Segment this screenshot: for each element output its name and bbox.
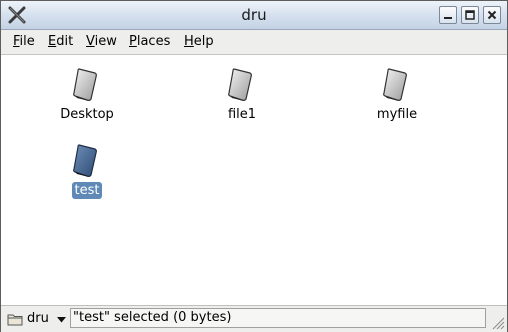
- menu-edit-mnemonic: E: [48, 34, 57, 49]
- resize-grip-icon[interactable]: [489, 314, 505, 330]
- minimize-icon: [444, 17, 452, 19]
- menu-edit-label: dit: [56, 34, 74, 49]
- file-label: test: [71, 182, 103, 199]
- chevron-down-icon: [57, 317, 66, 323]
- file-item-test[interactable]: test: [32, 141, 142, 199]
- minimize-button[interactable]: [439, 6, 457, 24]
- menu-file[interactable]: File: [13, 34, 35, 49]
- file-view[interactable]: Desktop file1 myfile test: [1, 55, 507, 305]
- close-icon: [487, 10, 497, 20]
- file-item-desktop[interactable]: Desktop: [32, 65, 142, 123]
- menu-places-label: laces: [136, 34, 171, 49]
- menu-help-mnemonic: H: [184, 34, 194, 49]
- location-label: dru: [27, 311, 49, 326]
- menu-places-mnemonic: P: [129, 34, 137, 49]
- file-item-file1[interactable]: file1: [187, 65, 297, 123]
- menu-file-label: ile: [19, 34, 35, 49]
- file-label: file1: [227, 107, 257, 122]
- file-label: myfile: [376, 107, 418, 122]
- menu-view-mnemonic: V: [86, 34, 95, 49]
- menu-view[interactable]: View: [86, 34, 117, 49]
- menu-edit[interactable]: Edit: [48, 34, 73, 49]
- status-text-box: "test" selected (0 bytes): [70, 308, 486, 328]
- status-bar: dru "test" selected (0 bytes): [1, 305, 507, 332]
- window-title: dru: [241, 6, 267, 24]
- document-icon: [73, 144, 97, 177]
- menu-view-label: iew: [94, 34, 117, 49]
- menu-help[interactable]: Help: [184, 34, 214, 49]
- status-text: "test" selected (0 bytes): [73, 310, 232, 325]
- folder-icon: [7, 314, 23, 326]
- document-icon: [228, 68, 252, 101]
- file-label: Desktop: [60, 107, 114, 122]
- maximize-icon: [465, 10, 475, 20]
- file-manager-window: dru File Edit View Places Help Desktop f…: [0, 0, 508, 332]
- file-item-myfile[interactable]: myfile: [342, 65, 452, 123]
- menu-help-label: elp: [193, 34, 214, 49]
- maximize-button[interactable]: [461, 6, 479, 24]
- document-icon: [383, 68, 407, 101]
- document-icon: [73, 68, 97, 101]
- title-bar[interactable]: dru: [1, 1, 507, 30]
- menu-bar: File Edit View Places Help: [1, 30, 507, 55]
- location-button[interactable]: dru: [5, 309, 66, 329]
- close-button[interactable]: [483, 6, 501, 24]
- menu-places[interactable]: Places: [129, 34, 170, 49]
